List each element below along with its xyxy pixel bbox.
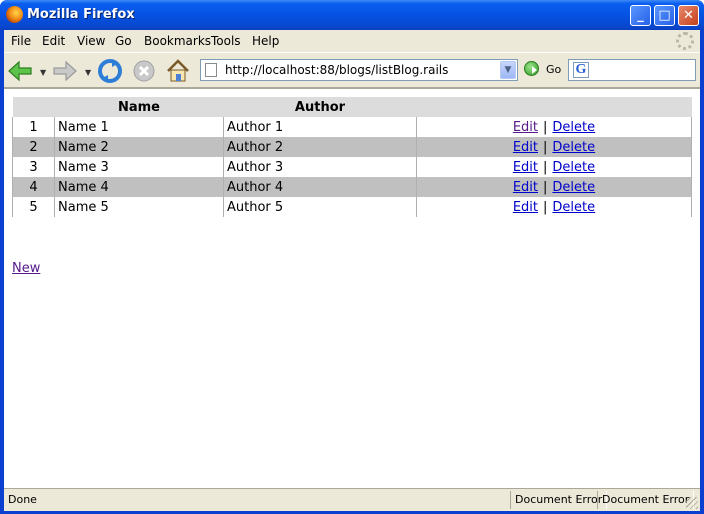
table-header-row: Name Author <box>12 97 692 117</box>
row-author: Author 1 <box>223 117 417 137</box>
row-id: 4 <box>12 177 55 197</box>
title-bar[interactable]: Mozilla Firefox _ □ ✕ <box>0 0 704 30</box>
status-bar: Done Document Error Document Error <box>4 488 700 511</box>
address-input[interactable]: http://localhost:88/blogs/listBlog.rails <box>225 63 448 77</box>
home-icon <box>167 59 189 82</box>
back-button[interactable] <box>6 57 34 85</box>
firefox-logo-icon <box>6 6 23 23</box>
maximize-button[interactable]: □ <box>654 5 675 26</box>
row-id: 2 <box>12 137 55 157</box>
back-arrow-icon <box>8 60 32 82</box>
minimize-button[interactable]: _ <box>630 5 651 26</box>
row-name: Name 2 <box>54 137 224 157</box>
column-header-name: Name <box>54 97 224 117</box>
page-icon <box>205 63 217 77</box>
table-row: 2 Name 2 Author 2 Edit | Delete <box>12 137 692 157</box>
blogs-table: Name Author 1 Name 1 Author 1 Edit | Delet… <box>12 97 692 217</box>
address-dropdown-button[interactable]: ▼ <box>500 61 516 79</box>
row-author: Author 2 <box>223 137 417 157</box>
row-author: Author 5 <box>223 197 417 217</box>
menu-bar: File Edit View Go Bookmarks Tools Help <box>4 30 700 52</box>
link-separator: | <box>543 119 548 135</box>
row-name: Name 5 <box>54 197 224 217</box>
go-arrow-icon <box>524 61 539 76</box>
forward-history-dropdown-icon[interactable]: ▼ <box>85 68 91 77</box>
row-actions: Edit | Delete <box>416 117 692 137</box>
column-header-author: Author <box>223 97 417 117</box>
navigation-toolbar: ▼ ▼ http://localhost:88/blogs/listBlog.r… <box>4 52 700 88</box>
table-row: 3 Name 3 Author 3 Edit | Delete <box>12 157 692 177</box>
back-history-dropdown-icon[interactable]: ▼ <box>40 68 46 77</box>
menu-bookmarks[interactable]: Bookmarks <box>144 34 211 48</box>
menu-edit[interactable]: Edit <box>42 34 65 48</box>
row-name: Name 4 <box>54 177 224 197</box>
forward-button[interactable] <box>51 57 79 85</box>
status-text: Done <box>8 493 37 506</box>
status-panel-error-1[interactable]: Document Error <box>510 491 608 509</box>
delete-link[interactable]: Delete <box>552 140 595 155</box>
new-blog-link[interactable]: New <box>12 261 40 276</box>
resize-grip-icon[interactable] <box>686 497 698 509</box>
menu-go[interactable]: Go <box>115 34 132 48</box>
menu-help[interactable]: Help <box>252 34 279 48</box>
throbber-icon <box>676 32 694 50</box>
table-row: 1 Name 1 Author 1 Edit | Delete <box>12 117 692 137</box>
menu-view[interactable]: View <box>77 34 105 48</box>
edit-link[interactable]: Edit <box>513 140 538 155</box>
column-header-actions <box>416 97 692 117</box>
menu-file[interactable]: File <box>11 34 31 48</box>
column-header-id <box>12 97 55 117</box>
link-separator: | <box>543 179 548 195</box>
menu-tools[interactable]: Tools <box>211 34 241 48</box>
row-author: Author 4 <box>223 177 417 197</box>
row-actions: Edit | Delete <box>416 137 692 157</box>
status-panel-error-2[interactable]: Document Error <box>597 491 695 509</box>
link-separator: | <box>543 139 548 155</box>
browser-client: File Edit View Go Bookmarks Tools Help ▼… <box>4 30 700 511</box>
delete-link[interactable]: Delete <box>552 180 595 195</box>
browser-window: Mozilla Firefox _ □ ✕ File Edit View Go … <box>0 0 704 514</box>
edit-link[interactable]: Edit <box>513 120 538 135</box>
go-button[interactable]: Go <box>522 60 570 80</box>
row-id: 5 <box>12 197 55 217</box>
page-content: Name Author 1 Name 1 Author 1 Edit | Delet… <box>4 88 700 488</box>
row-name: Name 1 <box>54 117 224 137</box>
search-box[interactable]: G <box>568 59 696 81</box>
link-separator: | <box>543 199 548 215</box>
row-actions: Edit | Delete <box>416 157 692 177</box>
window-title: Mozilla Firefox <box>27 7 135 22</box>
reload-icon <box>98 59 122 83</box>
edit-link[interactable]: Edit <box>513 160 538 175</box>
row-id: 3 <box>12 157 55 177</box>
reload-button[interactable] <box>96 57 124 85</box>
delete-link[interactable]: Delete <box>552 120 595 135</box>
google-search-engine-icon[interactable]: G <box>573 62 589 78</box>
stop-button[interactable] <box>130 57 158 85</box>
home-button[interactable] <box>164 57 192 85</box>
address-bar[interactable]: http://localhost:88/blogs/listBlog.rails… <box>200 59 518 81</box>
delete-link[interactable]: Delete <box>552 200 595 215</box>
edit-link[interactable]: Edit <box>513 180 538 195</box>
go-label: Go <box>546 63 562 76</box>
edit-link[interactable]: Edit <box>513 200 538 215</box>
table-row: 4 Name 4 Author 4 Edit | Delete <box>12 177 692 197</box>
row-author: Author 3 <box>223 157 417 177</box>
row-actions: Edit | Delete <box>416 197 692 217</box>
row-id: 1 <box>12 117 55 137</box>
stop-icon <box>133 60 155 82</box>
row-name: Name 3 <box>54 157 224 177</box>
delete-link[interactable]: Delete <box>552 160 595 175</box>
row-actions: Edit | Delete <box>416 177 692 197</box>
link-separator: | <box>543 159 548 175</box>
table-row: 5 Name 5 Author 5 Edit | Delete <box>12 197 692 217</box>
forward-arrow-icon <box>53 60 77 82</box>
close-button[interactable]: ✕ <box>678 5 699 26</box>
